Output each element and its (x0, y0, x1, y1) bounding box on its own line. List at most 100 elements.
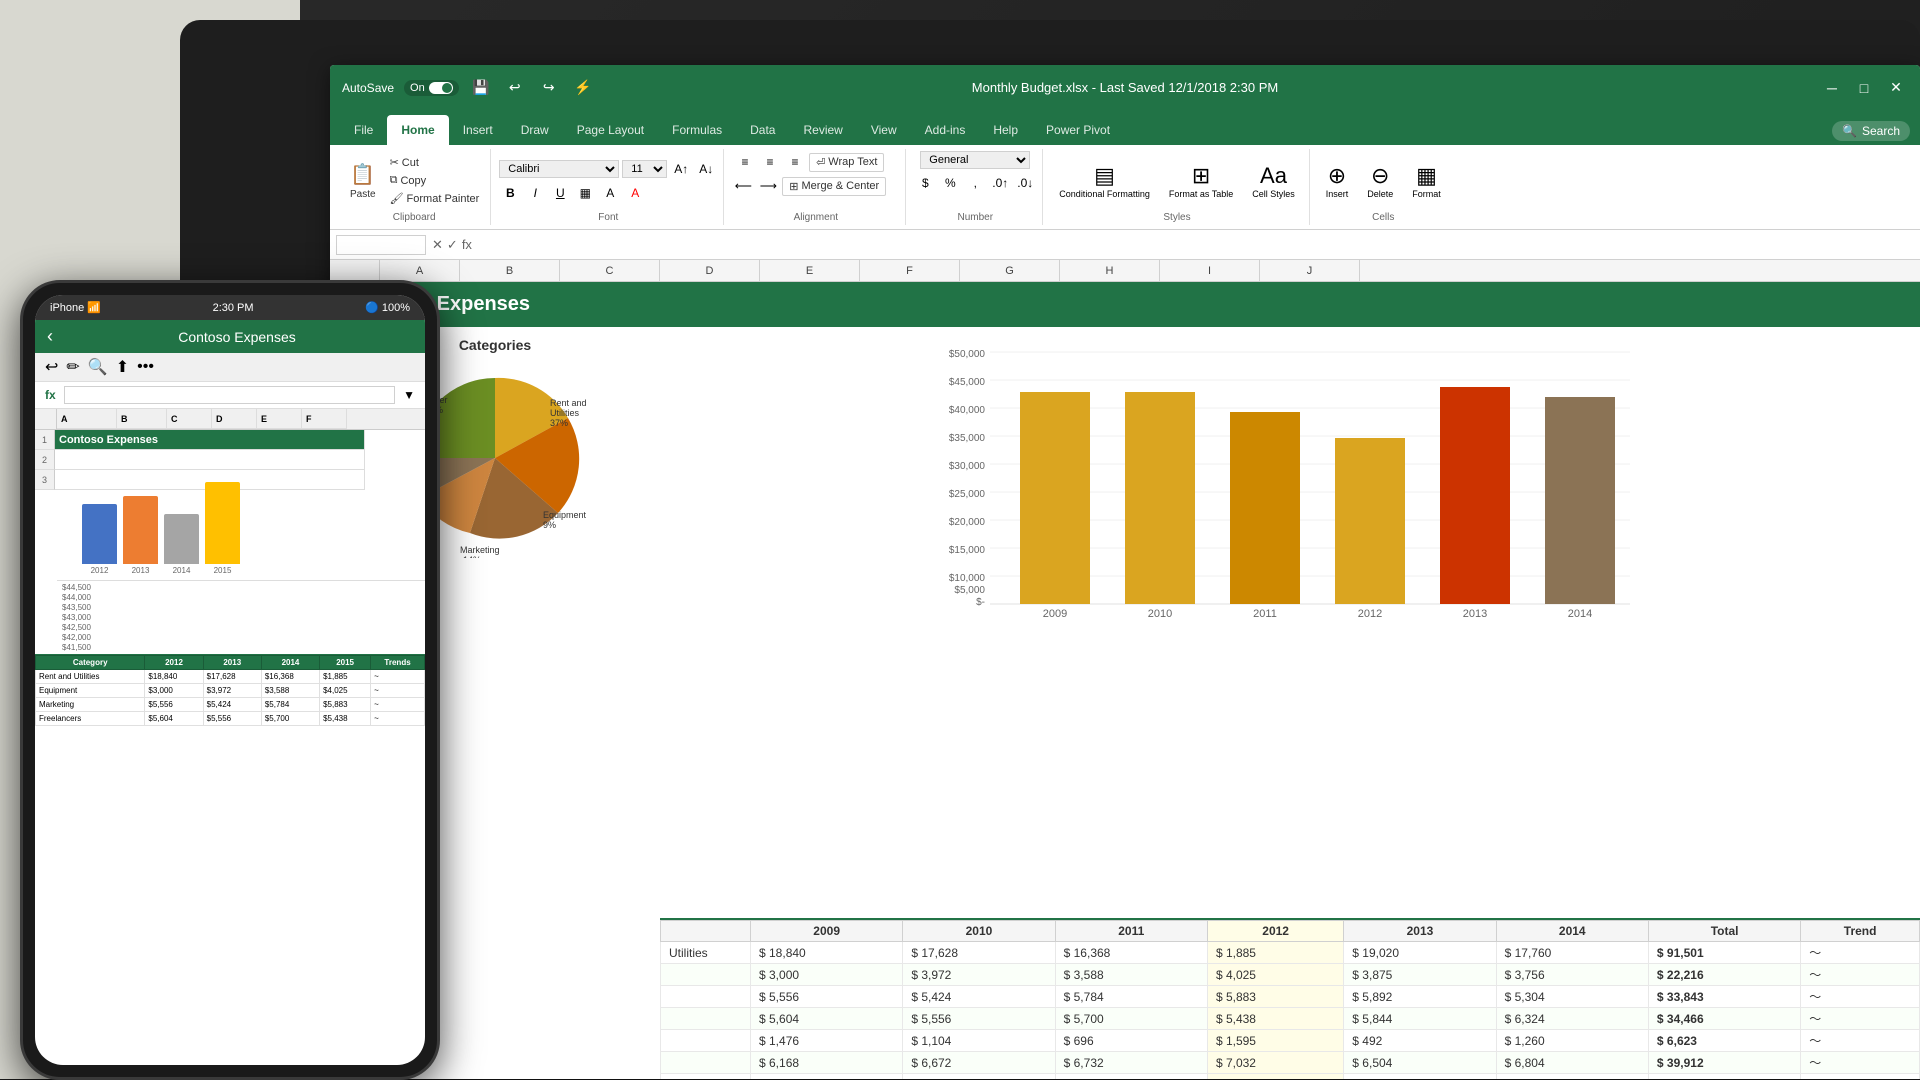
table-cell-2-2[interactable]: $ 5,424 (903, 986, 1055, 1008)
tab-insert[interactable]: Insert (449, 115, 507, 145)
table-cell-3-3[interactable]: $ 5,700 (1055, 1008, 1207, 1030)
col-header-f[interactable]: F (860, 260, 960, 281)
auto-icon[interactable]: ⚡ (571, 76, 595, 100)
table-cell-5-2[interactable]: $ 6,672 (903, 1052, 1055, 1074)
table-cell-3-8[interactable]: 〜 (1801, 1008, 1920, 1030)
tab-view[interactable]: View (857, 115, 911, 145)
table-cell-1-4[interactable]: $ 4,025 (1207, 964, 1343, 986)
phone-cell-3-3[interactable]: $5,700 (261, 712, 319, 726)
undo-icon[interactable]: ↩ (503, 76, 527, 100)
table-cell-3-7[interactable]: $ 34,466 (1648, 1008, 1800, 1030)
table-cell-0-0[interactable]: Utilities (661, 942, 751, 964)
name-box[interactable] (336, 235, 426, 255)
format-as-table-button[interactable]: ⊞ Format as Table (1161, 159, 1241, 203)
phone-cell-1-4[interactable]: $4,025 (320, 684, 371, 698)
table-cell-5-0[interactable] (661, 1052, 751, 1074)
indent-right-button[interactable]: ⟶ (757, 175, 779, 197)
phone-cell-2a[interactable] (55, 450, 365, 470)
format-button[interactable]: ▦ Format (1404, 159, 1449, 203)
phone-col-f-header[interactable]: F (302, 409, 347, 429)
phone-cell-2-5[interactable]: ~ (371, 698, 425, 712)
increase-font-button[interactable]: A↑ (670, 158, 692, 180)
table-row[interactable]: $ 3,000$ 3,972$ 3,588$ 4,025$ 3,875$ 3,7… (661, 964, 1920, 986)
table-cell-3-5[interactable]: $ 5,844 (1344, 1008, 1496, 1030)
table-cell-0-5[interactable]: $ 19,020 (1344, 942, 1496, 964)
table-row[interactable]: Utilities$ 18,840$ 17,628$ 16,368$ 1,885… (661, 942, 1920, 964)
tab-home[interactable]: Home (387, 115, 448, 145)
phone-cell-0-5[interactable]: ~ (371, 670, 425, 684)
phone-table-row[interactable]: Marketing$5,556$5,424$5,784$5,883~ (36, 698, 425, 712)
phone-formula-expand[interactable]: ▼ (403, 388, 415, 402)
table-cell-5-5[interactable]: $ 6,504 (1344, 1052, 1496, 1074)
align-left-button[interactable]: ≡ (734, 151, 756, 173)
table-cell-4-0[interactable] (661, 1030, 751, 1052)
table-cell-3-2[interactable]: $ 5,556 (903, 1008, 1055, 1030)
phone-cell-0-2[interactable]: $17,628 (203, 670, 261, 684)
delete-button[interactable]: ⊖ Delete (1359, 159, 1401, 203)
cancel-formula-icon[interactable]: ✕ (432, 237, 443, 253)
table-cell-2-0[interactable] (661, 986, 751, 1008)
phone-more-button[interactable]: ••• (137, 358, 154, 376)
tab-file[interactable]: File (340, 115, 387, 145)
table-cell-3-6[interactable]: $ 6,324 (1496, 1008, 1648, 1030)
table-cell-1-8[interactable]: 〜 (1801, 964, 1920, 986)
table-cell-4-3[interactable]: $ 696 (1055, 1030, 1207, 1052)
table-cell-6-0[interactable] (661, 1074, 751, 1080)
table-cell-6-3[interactable]: $ 3,720 (1055, 1074, 1207, 1080)
copy-button[interactable]: ⧉ Copy (385, 172, 485, 189)
table-cell-6-5[interactable]: $ 2,556 (1344, 1074, 1496, 1080)
table-cell-0-3[interactable]: $ 16,368 (1055, 942, 1207, 964)
phone-cell-0-0[interactable]: Rent and Utilities (36, 670, 145, 684)
phone-cell-3-1[interactable]: $5,604 (145, 712, 203, 726)
phone-col-c-header[interactable]: C (167, 409, 212, 429)
tab-draw[interactable]: Draw (507, 115, 563, 145)
table-cell-1-3[interactable]: $ 3,588 (1055, 964, 1207, 986)
col-header-b[interactable]: B (460, 260, 560, 281)
percent-button[interactable]: % (939, 172, 961, 194)
phone-cell-0-3[interactable]: $16,368 (261, 670, 319, 684)
table-cell-4-4[interactable]: $ 1,595 (1207, 1030, 1343, 1052)
table-cell-4-6[interactable]: $ 1,260 (1496, 1030, 1648, 1052)
phone-cell-2-1[interactable]: $5,556 (145, 698, 203, 712)
fill-color-button[interactable]: A (599, 182, 621, 204)
table-row[interactable]: $ 1,476$ 1,104$ 696$ 1,595$ 492$ 1,260$ … (661, 1030, 1920, 1052)
phone-cell-1-0[interactable]: Equipment (36, 684, 145, 698)
table-cell-1-2[interactable]: $ 3,972 (903, 964, 1055, 986)
col-header-h[interactable]: H (1060, 260, 1160, 281)
phone-formula-input[interactable] (64, 386, 395, 404)
phone-cell-3-5[interactable]: ~ (371, 712, 425, 726)
table-cell-1-0[interactable] (661, 964, 751, 986)
table-cell-2-6[interactable]: $ 5,304 (1496, 986, 1648, 1008)
col-header-i[interactable]: I (1160, 260, 1260, 281)
tab-review[interactable]: Review (789, 115, 856, 145)
font-size-select[interactable]: 11 (622, 160, 667, 178)
col-header-e[interactable]: E (760, 260, 860, 281)
indent-left-button[interactable]: ⟵ (732, 175, 754, 197)
col-header-g[interactable]: G (960, 260, 1060, 281)
font-name-select[interactable]: Calibri (499, 160, 619, 178)
phone-table-row[interactable]: Freelancers$5,604$5,556$5,700$5,438~ (36, 712, 425, 726)
phone-share-button[interactable]: ⬆ (116, 357, 129, 377)
table-cell-5-3[interactable]: $ 6,732 (1055, 1052, 1207, 1074)
phone-cell-0-4[interactable]: $1,885 (320, 670, 371, 684)
font-color-button[interactable]: A (624, 182, 646, 204)
insert-button[interactable]: ⊕ Insert (1318, 159, 1357, 203)
table-cell-5-8[interactable]: 〜 (1801, 1052, 1920, 1074)
paste-button[interactable]: 📋 Paste (344, 158, 382, 204)
phone-cell-2-2[interactable]: $5,424 (203, 698, 261, 712)
table-row[interactable]: $ 5,556$ 5,424$ 5,784$ 5,883$ 5,892$ 5,3… (661, 986, 1920, 1008)
col-header-j[interactable]: J (1260, 260, 1360, 281)
phone-table-row[interactable]: Rent and Utilities$18,840$17,628$16,368$… (36, 670, 425, 684)
phone-cell-2-0[interactable]: Marketing (36, 698, 145, 712)
format-painter-button[interactable]: 🖌 Format Painter (385, 190, 485, 207)
table-cell-6-2[interactable]: $ 2,724 (903, 1074, 1055, 1080)
tab-formulas[interactable]: Formulas (658, 115, 736, 145)
tab-data[interactable]: Data (736, 115, 789, 145)
number-format-select[interactable]: General (920, 151, 1030, 169)
redo-icon[interactable]: ↪ (537, 76, 561, 100)
cut-button[interactable]: ✂ Cut (385, 154, 485, 171)
tab-help[interactable]: Help (979, 115, 1032, 145)
minimize-icon[interactable]: ─ (1820, 76, 1844, 100)
wrap-text-button[interactable]: ⏎ Wrap Text (809, 153, 884, 172)
insert-function-icon[interactable]: fx (462, 237, 472, 253)
